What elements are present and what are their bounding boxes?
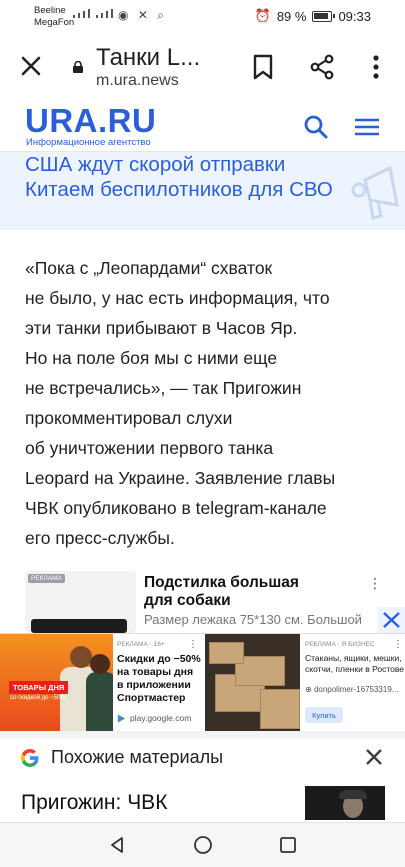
- ad1-source-text: play.google.com: [130, 713, 192, 723]
- ad-title-line-1: Подстилка большая: [144, 574, 299, 591]
- ad1-image-tag: ТОВАРЫ ДНЯ: [9, 681, 69, 694]
- ad1-image[interactable]: ТОВАРЫ ДНЯ со скидкой до −50%: [0, 634, 113, 732]
- status-right: ⏰ 89 % 09:33: [255, 8, 371, 24]
- ad1-text[interactable]: Скидки до −50% на товары дня в приложени…: [117, 653, 202, 705]
- system-nav-bar: [0, 822, 405, 867]
- close-icon[interactable]: [364, 747, 384, 767]
- article-line: Leopard на Украине. Заявление главы: [25, 468, 336, 488]
- signal-icon: [73, 9, 113, 18]
- banner-headline[interactable]: США ждут скорой отправки Китаем беспилот…: [25, 152, 333, 202]
- ad2-text[interactable]: Стаканы, ящики, мешки, скотчи, пленки в …: [305, 653, 405, 675]
- similar-title: Похожие материалы: [51, 747, 224, 767]
- ad2-meta: РЕКЛАМА · Я БИЗНЕС: [305, 641, 375, 648]
- ad2-more-icon[interactable]: ⋮: [393, 639, 403, 650]
- ad2-image[interactable]: [205, 634, 300, 732]
- article-line: ЧВК опубликовано в telegram-канале: [25, 498, 327, 518]
- article-line: его пресс-службы.: [25, 528, 175, 548]
- article-body: «Пока с „Леопардами“ схваток не было, у …: [25, 253, 385, 553]
- page-url[interactable]: m.ura.news: [96, 72, 179, 90]
- bookmark-icon[interactable]: [252, 54, 274, 80]
- back-icon[interactable]: [107, 835, 127, 855]
- carrier-1: Beeline: [34, 5, 66, 16]
- ad-title[interactable]: Подстилка большая для собаки: [144, 574, 299, 610]
- clock: 09:33: [338, 8, 371, 24]
- similar-item-thumbnail[interactable]: [305, 786, 385, 820]
- ad-card[interactable]: РЕКЛАМА Подстилка большая для собаки Раз…: [25, 571, 405, 633]
- ad-image[interactable]: РЕКЛАМА: [25, 571, 136, 633]
- alarm-icon: ⏰: [254, 8, 271, 23]
- section-divider: [0, 731, 405, 739]
- share-icon[interactable]: [309, 54, 335, 80]
- dog-bed-image: [31, 619, 127, 633]
- globe-icon: ⊕: [305, 685, 312, 694]
- ad-more-icon[interactable]: ⋮: [368, 575, 382, 592]
- status-bar: Beeline MegaFon ◉ ✕ ⌕ ⏰ 89 % 09:33: [0, 0, 405, 34]
- article-line: «Пока с „Леопардами“ схваток: [25, 258, 273, 278]
- search-icon[interactable]: [303, 114, 329, 140]
- ad-description: Размер лежака 75*130 см. Большой: [144, 612, 362, 627]
- site-header: URA.RU Информационное агентство: [0, 98, 405, 152]
- carrier-names: Beeline MegaFon: [34, 5, 74, 29]
- megaphone-icon: [351, 165, 399, 220]
- ad-close-icon[interactable]: [378, 607, 405, 633]
- carrier-2: MegaFon: [34, 17, 75, 28]
- page-title: Танки L...: [96, 44, 201, 71]
- ad-badge: РЕКЛАМА: [28, 574, 65, 583]
- similar-header: Похожие материалы: [0, 739, 405, 781]
- battery-percent: 89 %: [276, 8, 307, 24]
- ad1-image-sub: со скидкой до −50%: [10, 695, 66, 701]
- article-line: об уничтожении первого танка: [25, 438, 274, 458]
- close-icon[interactable]: [19, 54, 43, 78]
- promo-banner[interactable]: США ждут скорой отправки Китаем беспилот…: [0, 152, 405, 230]
- ad-strip: ТОВАРЫ ДНЯ со скидкой до −50% РЕКЛАМА · …: [0, 633, 405, 732]
- similar-item-title[interactable]: Пригожин: ЧВК: [21, 791, 167, 815]
- article-line: не было, у нас есть информация, что: [25, 288, 330, 308]
- article-line: эти танки прибывают в Часов Яр.: [25, 318, 298, 338]
- ad-title-line-2: для собаки: [144, 592, 231, 609]
- banner-line-1: США ждут скорой отправки: [25, 153, 286, 176]
- recents-icon[interactable]: [278, 835, 298, 855]
- more-menu-icon[interactable]: [370, 54, 382, 80]
- ad2-source[interactable]: ⊕ donpolimer-16753319...: [305, 685, 398, 694]
- ad1-source[interactable]: play.google.com: [117, 713, 191, 723]
- ad2-source-text: donpolimer-16753319...: [313, 685, 399, 694]
- article-line: не встречались», — так Пригожин: [25, 378, 302, 398]
- browser-toolbar: Танки L... m.ura.news: [0, 34, 405, 98]
- notification-icons: ◉ ✕ ⌕: [118, 8, 167, 22]
- ad1-meta: РЕКЛАМА · 16+: [117, 641, 165, 648]
- logo-subtitle: Информационное агентство: [26, 137, 151, 148]
- home-icon[interactable]: [193, 835, 213, 855]
- buy-button[interactable]: Купить: [305, 707, 343, 723]
- battery-icon: [312, 10, 336, 22]
- google-icon: [21, 749, 39, 767]
- ad1-more-icon[interactable]: ⋮: [188, 639, 198, 650]
- article-line: Но на поле боя мы с ними еще: [25, 348, 278, 368]
- banner-line-2: Китаем беспилотников для СВО: [25, 178, 333, 201]
- google-play-icon: [117, 713, 126, 723]
- lock-icon: [73, 61, 83, 73]
- site-logo[interactable]: URA.RU: [25, 102, 156, 140]
- article-line: прокомментировал слухи: [25, 408, 233, 428]
- hamburger-menu-icon[interactable]: [355, 118, 379, 136]
